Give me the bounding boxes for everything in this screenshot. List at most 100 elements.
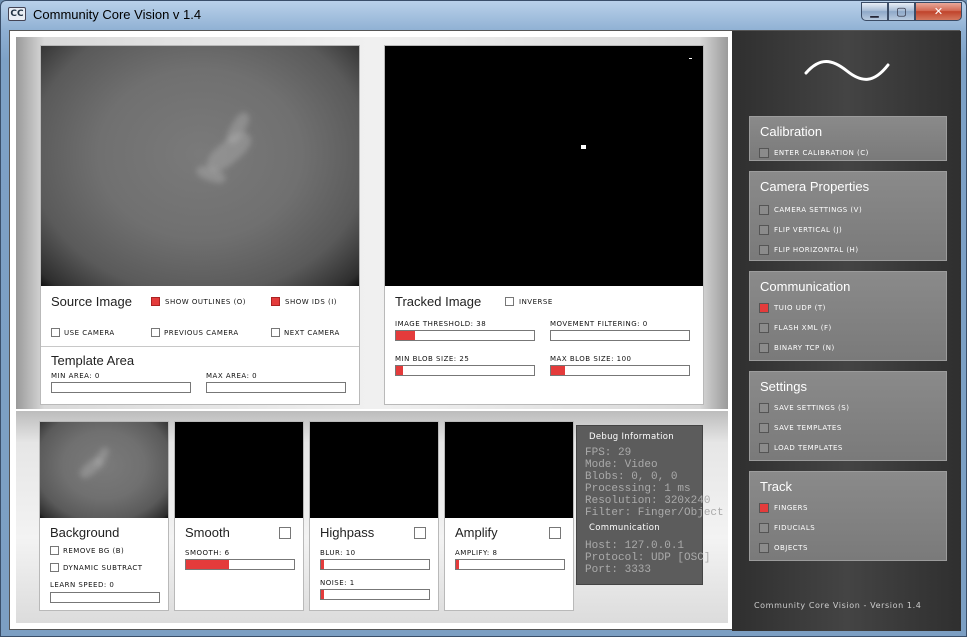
show-outlines-checkbox[interactable]	[151, 297, 160, 306]
processing-text: Processing: 1 ms	[585, 483, 691, 495]
mode-text: Mode: Video	[585, 459, 658, 471]
previous-camera-label: PREVIOUS CAMERA	[164, 329, 239, 337]
filter-text: Filter: Finger/Object	[585, 507, 724, 519]
movement-filtering-slider[interactable]	[550, 330, 690, 341]
flash-xml-checkbox[interactable]	[759, 323, 769, 333]
next-camera-label: NEXT CAMERA	[284, 329, 340, 337]
amplify-checkbox[interactable]	[549, 527, 561, 539]
save-templates-checkbox[interactable]	[759, 423, 769, 433]
load-templates-label: LOAD TEMPLATES	[774, 444, 843, 452]
ccv-logo-icon	[804, 60, 890, 81]
camera-properties-title: Camera Properties	[760, 179, 870, 194]
divider	[41, 346, 359, 347]
blob-dot	[581, 145, 586, 149]
flip-vertical-checkbox[interactable]	[759, 225, 769, 235]
objects-checkbox[interactable]	[759, 543, 769, 553]
enter-calibration-label: ENTER CALIBRATION (C)	[774, 149, 869, 157]
highpass-checkbox[interactable]	[414, 527, 426, 539]
smooth-slider[interactable]	[185, 559, 295, 570]
previous-camera-button[interactable]	[151, 328, 160, 337]
source-image-panel: Source Image SHOW OUTLINES (O) SHOW IDS …	[40, 45, 360, 405]
source-image-title: Source Image	[51, 294, 132, 309]
blur-fill	[321, 560, 325, 569]
use-camera-label: USE CAMERA	[64, 329, 115, 337]
fiducials-checkbox[interactable]	[759, 523, 769, 533]
flip-horizontal-checkbox[interactable]	[759, 245, 769, 255]
remove-bg-checkbox[interactable]	[50, 546, 59, 555]
max-area-slider[interactable]	[206, 382, 346, 393]
maximize-button[interactable]: ▢	[888, 2, 915, 21]
min-area-slider[interactable]	[51, 382, 191, 393]
amplify-label: AMPLIFY: 8	[455, 549, 498, 557]
smooth-video	[175, 422, 303, 518]
inverse-label: INVERSE	[519, 298, 553, 306]
version-footer: Community Core Vision - Version 1.4	[754, 601, 922, 610]
resolution-text: Resolution: 320x240	[585, 495, 711, 507]
tracked-image-title: Tracked Image	[395, 294, 482, 309]
app-icon: CC	[8, 7, 26, 21]
port-text: Port: 3333	[585, 564, 652, 576]
next-camera-button[interactable]	[271, 328, 280, 337]
sidebar: Calibration ENTER CALIBRATION (C) Camera…	[732, 31, 961, 631]
window-title: Community Core Vision v 1.4	[33, 7, 202, 22]
save-settings-checkbox[interactable]	[759, 403, 769, 413]
debug-info-title: Debug Information	[589, 432, 674, 442]
smooth-title: Smooth	[185, 525, 230, 540]
use-camera-checkbox[interactable]	[51, 328, 60, 337]
dynamic-subtract-label: DYNAMIC SUBTRACT	[63, 564, 143, 572]
flip-horizontal-label: FLIP HORIZONTAL (H)	[774, 246, 859, 254]
settings-title: Settings	[760, 379, 807, 394]
title-bar[interactable]: CC Community Core Vision v 1.4 ▁ ▢ ✕	[1, 1, 967, 29]
protocol-text: Protocol: UDP [OSC]	[585, 552, 711, 564]
max-blob-size-label: MAX BLOB SIZE: 100	[550, 355, 632, 363]
fiducials-label: FIDUCIALS	[774, 524, 816, 532]
max-blob-size-slider[interactable]	[550, 365, 690, 376]
enter-calibration-checkbox[interactable]	[759, 148, 769, 158]
fingers-checkbox[interactable]	[759, 503, 769, 513]
track-title: Track	[760, 479, 793, 494]
smooth-filter-panel: Smooth SMOOTH: 6	[174, 421, 304, 611]
calibration-title: Calibration	[760, 124, 823, 139]
dynamic-subtract-checkbox[interactable]	[50, 563, 59, 572]
learn-speed-slider[interactable]	[50, 592, 160, 603]
smooth-checkbox[interactable]	[279, 527, 291, 539]
binary-tcp-label: BINARY TCP (N)	[774, 344, 835, 352]
amplify-fill	[456, 560, 460, 569]
fps-text: FPS: 29	[585, 447, 632, 459]
camera-settings-checkbox[interactable]	[759, 205, 769, 215]
tuio-udp-label: TUIO UDP (T)	[774, 304, 826, 312]
amplify-slider[interactable]	[455, 559, 565, 570]
blur-slider[interactable]	[320, 559, 430, 570]
minimize-button[interactable]: ▁	[861, 2, 888, 21]
client-area: Source Image SHOW OUTLINES (O) SHOW IDS …	[9, 30, 961, 631]
fingers-label: FINGERS	[774, 504, 808, 512]
save-settings-label: SAVE SETTINGS (S)	[774, 404, 850, 412]
app-window: CC Community Core Vision v 1.4 ▁ ▢ ✕ Sou…	[0, 0, 967, 637]
tracked-video	[385, 46, 703, 286]
camera-settings-label: CAMERA SETTINGS (V)	[774, 206, 863, 214]
learn-speed-label: LEARN SPEED: 0	[50, 581, 115, 589]
min-blob-size-slider[interactable]	[395, 365, 535, 376]
background-title: Background	[50, 525, 120, 540]
close-button[interactable]: ✕	[915, 2, 962, 21]
binary-tcp-checkbox[interactable]	[759, 343, 769, 353]
inverse-checkbox[interactable]	[505, 297, 514, 306]
flash-xml-label: FLASH XML (F)	[774, 324, 832, 332]
save-templates-label: SAVE TEMPLATES	[774, 424, 842, 432]
movement-filtering-label: MOVEMENT FILTERING: 0	[550, 320, 648, 328]
smooth-label: SMOOTH: 6	[185, 549, 230, 557]
main-top-area: Source Image SHOW OUTLINES (O) SHOW IDS …	[16, 37, 728, 409]
noise-label: NOISE: 1	[320, 579, 355, 587]
tuio-udp-checkbox[interactable]	[759, 303, 769, 313]
objects-label: OBJECTS	[774, 544, 808, 552]
image-threshold-slider[interactable]	[395, 330, 535, 341]
load-templates-checkbox[interactable]	[759, 443, 769, 453]
noise-fill	[321, 590, 325, 599]
communication-box: Communication TUIO UDP (T) FLASH XML (F)…	[749, 271, 947, 361]
show-ids-checkbox[interactable]	[271, 297, 280, 306]
background-video	[40, 422, 168, 518]
amplify-video	[445, 422, 573, 518]
noise-slider[interactable]	[320, 589, 430, 600]
image-threshold-fill	[396, 331, 416, 340]
settings-box: Settings SAVE SETTINGS (S) SAVE TEMPLATE…	[749, 371, 947, 461]
